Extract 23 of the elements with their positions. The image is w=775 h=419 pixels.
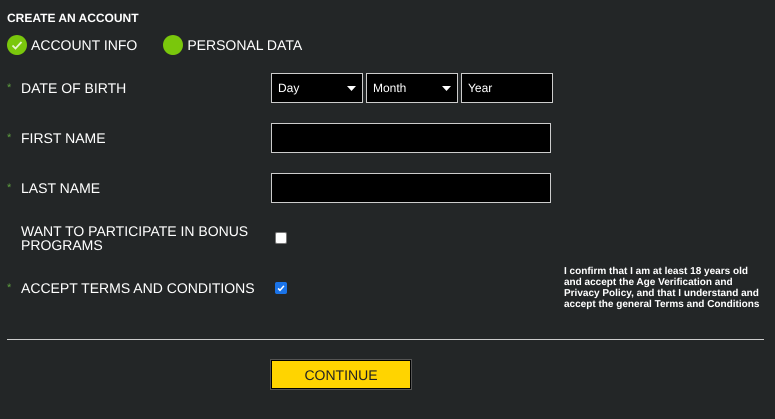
- input-field[interactable]: [271, 123, 551, 153]
- step-label: ACCOUNT INFO: [31, 37, 138, 53]
- field-label: ACCEPT TERMS AND CONDITIONS: [21, 281, 256, 295]
- dropdown[interactable]: Day: [271, 73, 363, 103]
- form-title: CREATE AN ACCOUNT: [7, 11, 139, 25]
- input-field[interactable]: [271, 173, 551, 203]
- field-label: FIRST NAME: [21, 131, 107, 145]
- field-label: WANT TO PARTICIPATE IN BONUS PROGRAMS: [21, 224, 250, 252]
- required-mark: *: [7, 82, 12, 94]
- dropdown[interactable]: Month: [366, 73, 458, 103]
- terms-note: I confirm that I am at least 18 years old and accept the Age Verification and Privacy Policy, and that I understand and accept the general Terms and Conditions: [564, 266, 760, 310]
- step-label: PERSONAL DATA: [187, 37, 302, 53]
- input-field[interactable]: Year: [461, 73, 553, 103]
- caret-icon: [347, 86, 356, 90]
- required-mark: *: [7, 182, 12, 194]
- caret-icon: [442, 86, 451, 90]
- checkbox[interactable]: [275, 282, 287, 294]
- required-mark: *: [7, 282, 12, 294]
- field-label: LAST NAME: [21, 181, 102, 195]
- required-mark: *: [7, 132, 12, 144]
- continue-button[interactable]: CONTINUE: [271, 360, 411, 389]
- checkbox[interactable]: [275, 232, 287, 244]
- field-label: DATE OF BIRTH: [21, 81, 128, 95]
